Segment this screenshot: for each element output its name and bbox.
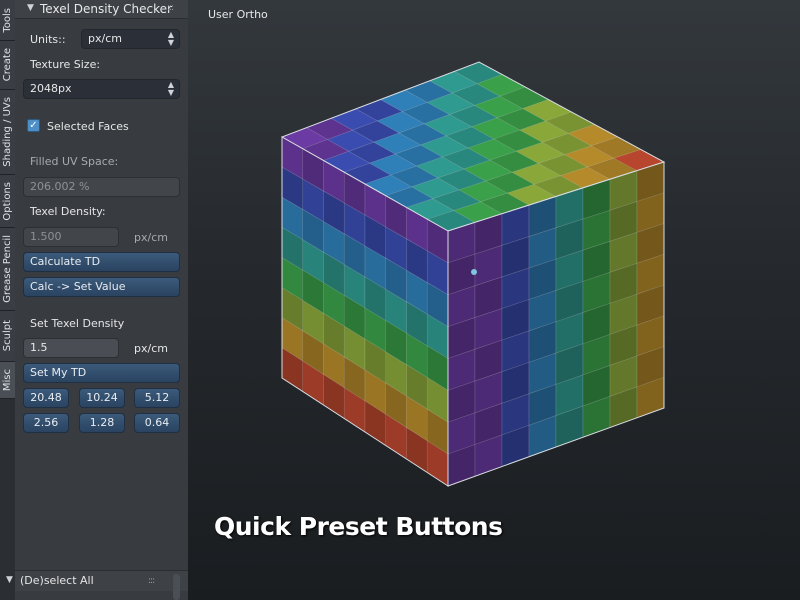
tab-sculpt-label: Sculpt: [2, 320, 13, 352]
preset-button-5-12[interactable]: 5.12: [134, 388, 180, 408]
texture-size-value: 2048px: [30, 82, 72, 95]
texel-density-field: 1.500: [23, 227, 119, 247]
units-label: Units::: [30, 33, 66, 46]
texture-size-select[interactable]: 2048px ▲ ▼: [23, 79, 180, 99]
set-texel-density-unit: px/cm: [134, 342, 168, 355]
caption-overlay: Quick Preset Buttons: [214, 512, 503, 541]
units-select-value: px/cm: [88, 32, 122, 45]
filled-uv-value: 206.002 %: [30, 180, 90, 193]
collapse-triangle-icon[interactable]: ▼: [27, 3, 34, 13]
drag-grip-icon[interactable]: :::: [167, 3, 174, 13]
set-texel-density-value: 1.5: [30, 341, 48, 354]
tab-shading-uvs[interactable]: Shading / UVs: [0, 90, 15, 175]
texel-density-label: Texel Density:: [30, 205, 106, 218]
drag-grip-icon[interactable]: :::: [148, 576, 155, 586]
preset-button-1-28[interactable]: 1.28: [79, 413, 125, 433]
tab-misc-label: Misc: [2, 368, 13, 392]
tab-grease-pencil-label: Grease Pencil: [2, 235, 13, 303]
tab-options-label: Options: [2, 181, 13, 221]
tab-misc[interactable]: Misc: [0, 362, 15, 399]
uv-checker-cube[interactable]: [188, 0, 800, 600]
deselect-all-title: (De)select All: [20, 574, 94, 587]
panel-scrollbar[interactable]: [173, 574, 180, 600]
calculate-td-button[interactable]: Calculate TD: [23, 252, 180, 272]
tab-create[interactable]: Create: [0, 41, 15, 90]
tab-tools[interactable]: Tools: [0, 0, 15, 41]
panel-title: Texel Density Checker: [40, 2, 172, 16]
filled-uv-field: 206.002 %: [23, 177, 180, 197]
set-texel-density-label: Set Texel Density: [30, 317, 125, 330]
tab-create-label: Create: [2, 48, 13, 82]
preset-button-2-56[interactable]: 2.56: [23, 413, 69, 433]
selected-faces-checkbox[interactable]: ✓: [27, 119, 40, 132]
preset-button-0-64[interactable]: 0.64: [134, 413, 180, 433]
deselect-all-panel-header[interactable]: ▼ (De)select All :::: [6, 570, 188, 591]
tab-tools-label: Tools: [2, 7, 13, 33]
preset-button-10-24[interactable]: 10.24: [79, 388, 125, 408]
tab-options[interactable]: Options: [0, 175, 15, 228]
texel-density-value: 1.500: [30, 230, 62, 243]
tab-sculpt[interactable]: Sculpt: [0, 311, 15, 362]
set-my-td-button[interactable]: Set My TD: [23, 363, 180, 383]
tool-tab-strip: Tools Create Shading / UVs Options Greas…: [0, 0, 16, 600]
updown-arrows-icon: ▲ ▼: [167, 30, 174, 47]
tab-grease-pencil[interactable]: Grease Pencil: [0, 228, 15, 311]
collapse-triangle-icon[interactable]: ▼: [6, 575, 13, 585]
texel-density-unit: px/cm: [134, 231, 168, 244]
set-texel-density-field[interactable]: 1.5: [23, 338, 119, 358]
calc-set-value-button[interactable]: Calc -> Set Value: [23, 277, 180, 297]
tab-shading-uvs-label: Shading / UVs: [2, 97, 13, 167]
origin-point: [471, 269, 477, 275]
filled-uv-label: Filled UV Space:: [30, 155, 119, 168]
panel-header[interactable]: ▼ Texel Density Checker :::: [15, 0, 188, 19]
updown-arrows-icon: ▲ ▼: [167, 80, 174, 97]
selected-faces-label: Selected Faces: [47, 120, 129, 133]
preset-button-20-48[interactable]: 20.48: [23, 388, 69, 408]
3d-viewport[interactable]: User Ortho Quick Preset Buttons: [188, 0, 800, 600]
units-select[interactable]: px/cm ▲ ▼: [81, 29, 180, 49]
texture-size-label: Texture Size:: [30, 58, 101, 71]
texel-density-panel: ▼ Texel Density Checker ::: Units:: px/c…: [6, 0, 189, 600]
